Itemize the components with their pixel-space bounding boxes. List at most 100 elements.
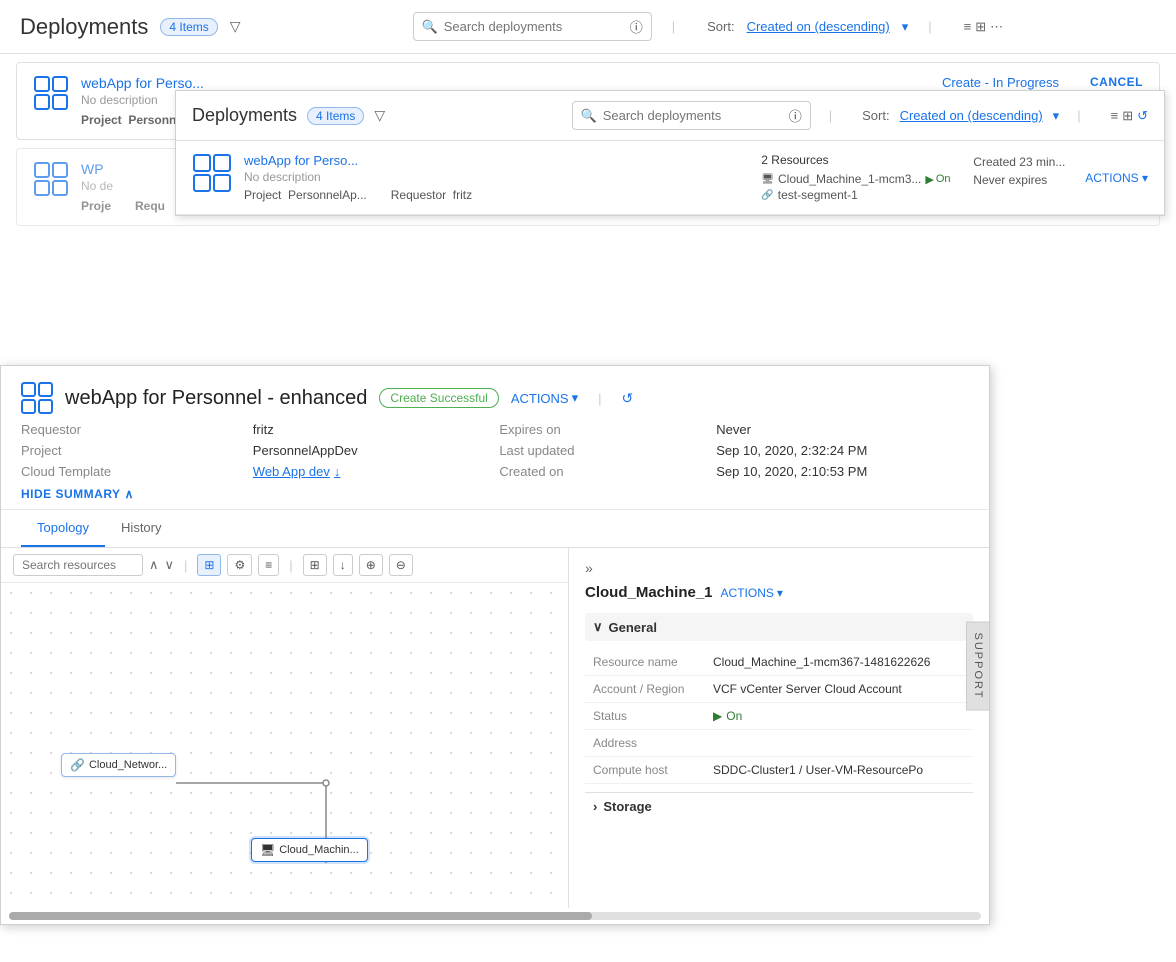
mid-filter-icon[interactable]: ▽ [374, 107, 385, 124]
collapse-all-button[interactable]: ↓ [333, 554, 353, 576]
hide-summary-chevron-icon: ∧ [125, 487, 134, 501]
general-section-label: General [609, 620, 657, 635]
topology-node-network[interactable]: 🔗 Cloud_Networ... [61, 753, 176, 777]
network-node-label: Cloud_Networ... [89, 759, 167, 771]
resource-actions-chevron: ▾ [777, 586, 783, 600]
mid-project-value: PersonnelAp... [288, 188, 367, 202]
bg-filter-icon[interactable]: ▽ [230, 18, 241, 35]
resource-actions-button[interactable]: ACTIONS ▾ [721, 586, 783, 600]
grid-view-button[interactable]: ⊞ [197, 554, 221, 576]
mid-play-icon: ▶ [925, 173, 933, 186]
scrollbar-thumb [9, 912, 592, 920]
bg-sort-value[interactable]: Created on (descending) [747, 19, 890, 34]
mid-actions-button[interactable]: ACTIONS ▾ [1085, 171, 1148, 185]
detail-pipe-divider: | [598, 391, 601, 406]
mid-card-stats: 2 Resources 🖥 Cloud_Machine_1-mcm3... ▶ … [761, 153, 961, 202]
mid-sort-value[interactable]: Created on (descending) [900, 108, 1043, 123]
mid-header-bar: Deployments 4 Items ▽ 🔍 ⓘ | Sort: Create… [176, 91, 1164, 141]
detail-header: webApp for Personnel - enhanced Create S… [1, 366, 989, 510]
mid-item-badge: 4 Items [307, 107, 364, 125]
mid-refresh-icon[interactable]: ↺ [1137, 108, 1148, 124]
list-view-button[interactable]: ≡ [258, 554, 279, 576]
account-region-label: Account / Region [593, 682, 713, 696]
mid-server-icon: 🖥 [761, 174, 774, 185]
bg-cancel-button[interactable]: CANCEL [1090, 75, 1143, 89]
mid-search-bar[interactable]: 🔍 ⓘ [572, 101, 811, 130]
detail-actions-button[interactable]: ACTIONS ▾ [511, 390, 578, 406]
mid-card-desc: No description [244, 170, 749, 184]
sort-desc-icon[interactable]: ∨ [165, 557, 175, 573]
expires-value: Never [716, 422, 969, 437]
compute-host-label: Compute host [593, 763, 713, 777]
toolbar-divider2: | [289, 558, 292, 573]
detail-meta-grid: Requestor fritz Expires on Never Project… [21, 422, 969, 479]
bg-card2-icon [33, 161, 69, 197]
panel-expand-button[interactable]: » [585, 560, 973, 576]
general-collapse-icon: ∨ [593, 619, 603, 635]
bg-sort-label: Sort: [707, 19, 734, 34]
expand-all-button[interactable]: ⊞ [303, 554, 327, 576]
hide-summary-button[interactable]: HIDE SUMMARY ∧ [21, 487, 969, 501]
mid-divider: | [829, 108, 832, 123]
bg-card2-project: Proje [81, 199, 111, 213]
mid-resource1-status: ▶ On [925, 173, 950, 186]
mid-created-info: Created 23 min... Never expires [973, 153, 1073, 187]
mid-search-icon: 🔍 [581, 108, 597, 124]
tab-history[interactable]: History [105, 510, 177, 547]
tab-topology[interactable]: Topology [21, 510, 105, 547]
topology-canvas[interactable]: 🔗 Cloud_Networ... 🖥 Cloud_Machin... [1, 583, 568, 903]
address-value [713, 736, 965, 750]
account-region-value: VCF vCenter Server Cloud Account [713, 682, 965, 696]
storage-section: › Storage [585, 792, 973, 820]
mid-card-icon [192, 153, 232, 193]
search-resources-input[interactable] [13, 554, 143, 576]
address-row: Address [585, 730, 973, 757]
mid-chevron-icon[interactable]: ▾ [1053, 108, 1060, 124]
sort-asc-icon[interactable]: ∧ [149, 557, 159, 573]
resource-name-value: Cloud_Machine_1-mcm367-1481622626 [713, 655, 965, 669]
bg-more-view-icon[interactable]: ⋯ [990, 19, 1003, 35]
project-label: Project [21, 443, 213, 458]
resource-panel-title: Cloud_Machine_1 [585, 584, 713, 601]
bg-search-input[interactable] [444, 19, 624, 34]
mid-card-meta: Project PersonnelAp... Requestor fritz [244, 188, 749, 202]
template-label: Cloud Template [21, 464, 213, 479]
mid-card-project: Project PersonnelAp... [244, 188, 367, 202]
mid-grid-icon[interactable]: ⊞ [1122, 108, 1133, 124]
bottom-scrollbar[interactable] [9, 912, 981, 920]
topology-toolbar: ∧ ∨ | ⊞ ⚙ ≡ | ⊞ ↓ ⊕ ⊖ [1, 548, 568, 583]
mid-deployment-card: webApp for Perso... No description Proje… [176, 141, 1164, 215]
compute-host-value: SDDC-Cluster1 / User-VM-ResourcePo [713, 763, 965, 777]
status-play-icon: ▶ [713, 709, 722, 723]
expires-label: Expires on [499, 422, 676, 437]
general-section-header[interactable]: ∨ General [585, 613, 973, 641]
detail-refresh-button[interactable]: ↺ [622, 390, 634, 407]
mid-resource-1: 🖥 Cloud_Machine_1-mcm3... ▶ On [761, 172, 961, 186]
detail-actions-chevron: ▾ [572, 390, 579, 406]
storage-section-header[interactable]: › Storage [585, 792, 973, 820]
mid-search-input[interactable] [603, 108, 783, 123]
bg-list-view-icon[interactable]: ≡ [964, 19, 972, 34]
zoom-in-button[interactable]: ⊕ [359, 554, 383, 576]
bg-chevron-icon[interactable]: ▾ [902, 19, 909, 35]
bg-search-icon: 🔍 [422, 19, 438, 35]
zoom-out-button[interactable]: ⊖ [389, 554, 413, 576]
topology-node-machine[interactable]: 🖥 Cloud_Machin... [251, 838, 368, 862]
mid-card-title[interactable]: webApp for Perso... [244, 153, 749, 168]
create-successful-badge: Create Successful [379, 388, 498, 408]
mid-page-title: Deployments [192, 105, 297, 126]
mid-sort-label: Sort: [862, 108, 889, 123]
bg-grid-view-icon[interactable]: ⊞ [975, 19, 986, 35]
requestor-value: fritz [253, 422, 460, 437]
resource-title-bar: Cloud_Machine_1 ACTIONS ▾ [585, 584, 973, 601]
bg-divider: | [672, 19, 675, 34]
support-tab[interactable]: SUPPORT [966, 622, 990, 711]
template-value[interactable]: Web App dev ↓ [253, 464, 460, 479]
compute-host-row: Compute host SDDC-Cluster1 / User-VM-Res… [585, 757, 973, 784]
bg-search-bar[interactable]: 🔍 ⓘ [413, 12, 652, 41]
mid-list-icon[interactable]: ≡ [1111, 108, 1119, 123]
network-view-button[interactable]: ⚙ [227, 554, 252, 576]
resource-name-label: Resource name [593, 655, 713, 669]
project-value: PersonnelAppDev [253, 443, 460, 458]
download-icon: ↓ [334, 464, 341, 479]
